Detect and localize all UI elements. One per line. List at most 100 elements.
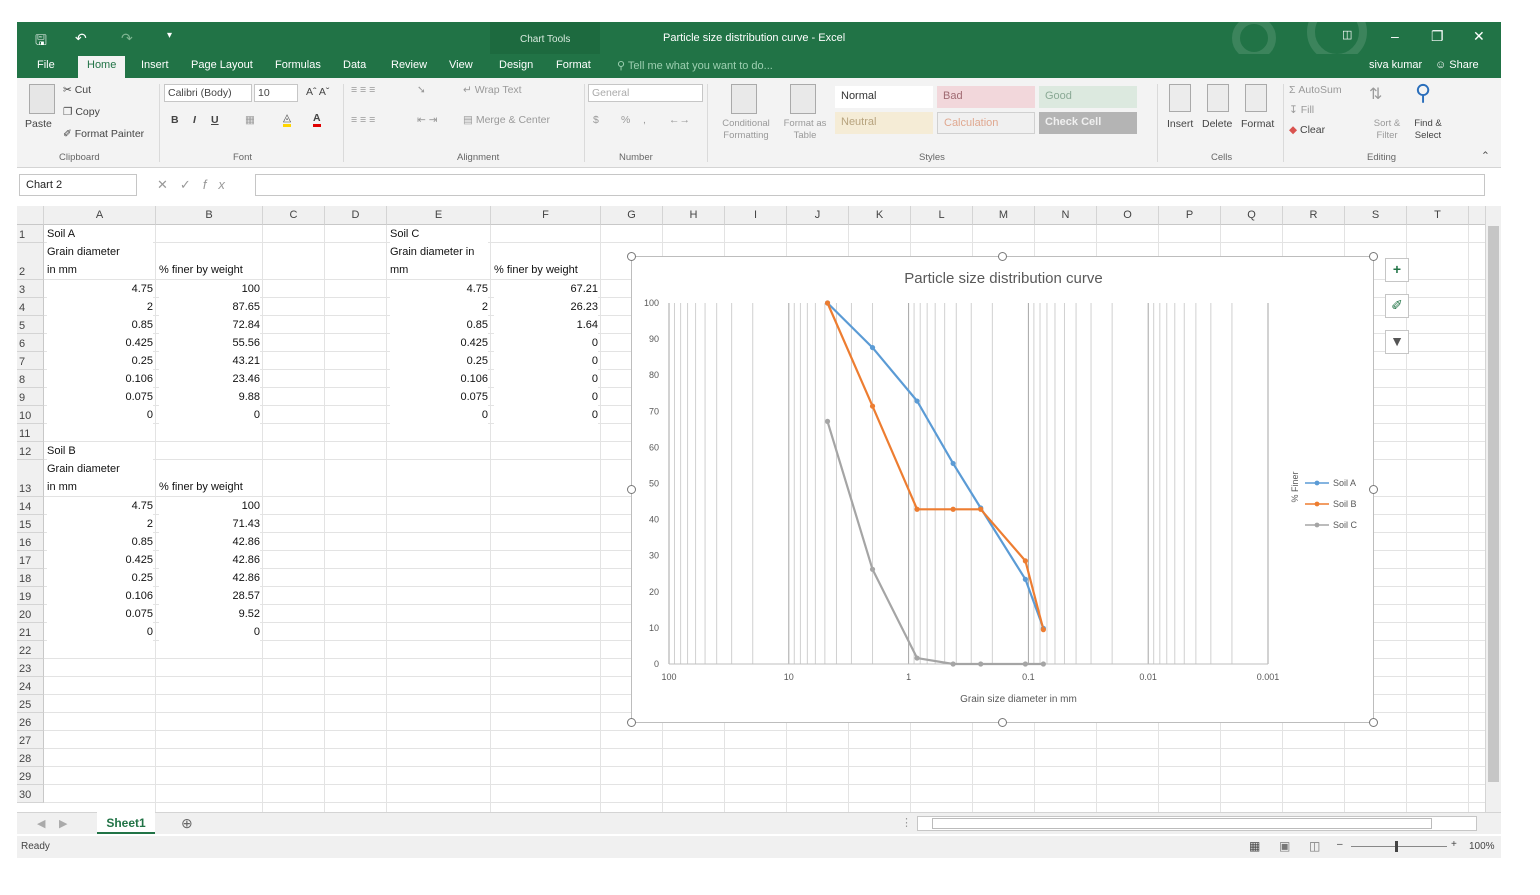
cell-a10[interactable]: 0 bbox=[47, 406, 153, 424]
tab-insert[interactable]: Insert bbox=[141, 59, 169, 71]
chart-styles-brush-icon[interactable]: ✐ bbox=[1385, 294, 1409, 318]
currency-button[interactable]: $ bbox=[593, 114, 599, 126]
italic-button[interactable]: I bbox=[193, 114, 196, 126]
cell-a8[interactable]: 0.106 bbox=[47, 370, 153, 388]
row-header-5[interactable]: 5 bbox=[17, 316, 44, 334]
cell-f2[interactable]: % finer by weight bbox=[494, 261, 598, 279]
delete-icon[interactable] bbox=[1207, 84, 1229, 112]
cell-f7[interactable]: 0 bbox=[494, 352, 598, 370]
cell-e7[interactable]: 0.25 bbox=[390, 352, 488, 370]
cell-e4[interactable]: 2 bbox=[390, 298, 488, 316]
row-header-12[interactable]: 12 bbox=[17, 442, 44, 460]
row-header-30[interactable]: 30 bbox=[17, 785, 44, 803]
minimize-icon[interactable]: – bbox=[1391, 28, 1399, 44]
cell-b2[interactable]: % finer by weight bbox=[159, 261, 260, 279]
cell-a13-line2[interactable]: in mm bbox=[47, 478, 153, 496]
chart-elements-button[interactable]: + bbox=[1385, 258, 1409, 282]
column-header-g[interactable]: G bbox=[601, 206, 663, 225]
cell-a7[interactable]: 0.25 bbox=[47, 352, 153, 370]
conditional-formatting-icon[interactable] bbox=[731, 84, 757, 114]
row-header-8[interactable]: 8 bbox=[17, 370, 44, 388]
insert-icon[interactable] bbox=[1169, 84, 1191, 112]
chart-filters-icon[interactable]: ▼ bbox=[1385, 330, 1409, 354]
column-header-k[interactable]: K bbox=[849, 206, 911, 225]
indent-icon[interactable]: ⇤ ⇥ bbox=[417, 114, 438, 126]
cell-b14[interactable]: 100 bbox=[159, 497, 260, 515]
tab-home[interactable]: Home bbox=[78, 56, 126, 78]
cell-e2-line2[interactable]: mm bbox=[390, 261, 488, 279]
row-header-16[interactable]: 16 bbox=[17, 533, 44, 551]
font-name-dropdown[interactable]: Calibri (Body) bbox=[164, 84, 252, 102]
cell-b5[interactable]: 72.84 bbox=[159, 316, 260, 334]
number-format-dropdown[interactable]: General bbox=[588, 84, 703, 102]
cell-b18[interactable]: 42.86 bbox=[159, 569, 260, 587]
row-header-20[interactable]: 20 bbox=[17, 605, 44, 623]
cell-e5[interactable]: 0.85 bbox=[390, 316, 488, 334]
merge-center-button[interactable]: ▤ Merge & Center bbox=[463, 114, 550, 126]
row-header-4[interactable]: 4 bbox=[17, 298, 44, 316]
comma-button[interactable]: , bbox=[643, 114, 646, 126]
cut-button[interactable]: ✂ Cut bbox=[63, 84, 91, 96]
row-header-15[interactable]: 15 bbox=[17, 515, 44, 533]
column-header-p[interactable]: P bbox=[1159, 206, 1221, 225]
row-header-14[interactable]: 14 bbox=[17, 497, 44, 515]
horizontal-scrollbar[interactable] bbox=[917, 816, 1477, 831]
zoom-slider-thumb[interactable] bbox=[1395, 841, 1398, 852]
formula-input[interactable] bbox=[255, 174, 1485, 196]
column-header-a[interactable]: A bbox=[44, 206, 156, 225]
row-header-1[interactable]: 1 bbox=[17, 225, 44, 243]
page-layout-view-icon[interactable]: ▣ bbox=[1279, 839, 1290, 853]
cell-f3[interactable]: 67.21 bbox=[494, 280, 598, 298]
cell-a2-line2[interactable]: in mm bbox=[47, 261, 153, 279]
decimal-icon[interactable]: ←→ bbox=[669, 114, 690, 126]
row-header-24[interactable]: 24 bbox=[17, 677, 44, 695]
cell-e3[interactable]: 4.75 bbox=[390, 280, 488, 298]
cell-a19[interactable]: 0.106 bbox=[47, 587, 153, 605]
ribbon-display-icon[interactable]: ◫ bbox=[1342, 28, 1352, 41]
column-header-f[interactable]: F bbox=[491, 206, 601, 225]
format-painter-button[interactable]: ✐ Format Painter bbox=[63, 128, 144, 140]
percent-button[interactable]: % bbox=[621, 114, 630, 126]
column-header-e[interactable]: E bbox=[387, 206, 491, 225]
format-as-table-icon[interactable] bbox=[790, 84, 816, 114]
vertical-scrollbar[interactable] bbox=[1485, 206, 1501, 812]
cell-b8[interactable]: 23.46 bbox=[159, 370, 260, 388]
resize-handle[interactable] bbox=[627, 485, 636, 494]
normal-view-icon[interactable]: ▦ bbox=[1249, 839, 1260, 853]
font-size-dropdown[interactable]: 10 bbox=[254, 84, 298, 102]
row-header-22[interactable]: 22 bbox=[17, 641, 44, 659]
conditional-formatting-button[interactable]: Conditional Formatting bbox=[714, 118, 778, 142]
cell-a13-line1[interactable]: Grain diameter bbox=[47, 460, 153, 478]
row-header-2[interactable]: 2 bbox=[17, 243, 44, 280]
close-icon[interactable]: ✕ bbox=[1473, 28, 1485, 45]
select-all-corner[interactable] bbox=[17, 206, 44, 225]
row-header-17[interactable]: 17 bbox=[17, 551, 44, 569]
zoom-in-icon[interactable]: + bbox=[1451, 839, 1457, 850]
cell-f4[interactable]: 26.23 bbox=[494, 298, 598, 316]
resize-handle[interactable] bbox=[627, 718, 636, 727]
cell-b16[interactable]: 42.86 bbox=[159, 533, 260, 551]
cell-b20[interactable]: 9.52 bbox=[159, 605, 260, 623]
copy-button[interactable]: ❐ Copy bbox=[63, 106, 100, 118]
cell-e2-line1[interactable]: Grain diameter in bbox=[390, 243, 488, 261]
row-header-21[interactable]: 21 bbox=[17, 623, 44, 641]
row-header-23[interactable]: 23 bbox=[17, 659, 44, 677]
cell-b13[interactable]: % finer by weight bbox=[159, 478, 260, 496]
cell-f10[interactable]: 0 bbox=[494, 406, 598, 424]
format-as-table-button[interactable]: Format as Table bbox=[778, 118, 832, 142]
insert-button[interactable]: Insert bbox=[1167, 118, 1193, 130]
column-header-n[interactable]: N bbox=[1035, 206, 1097, 225]
column-header-u[interactable]: U bbox=[1469, 206, 1485, 225]
zoom-out-icon[interactable]: – bbox=[1337, 839, 1343, 850]
find-select-button[interactable]: Find & Select bbox=[1409, 118, 1447, 142]
align-top-icon[interactable]: ≡ ≡ ≡ bbox=[351, 84, 375, 96]
cell-e8[interactable]: 0.106 bbox=[390, 370, 488, 388]
cell-f9[interactable]: 0 bbox=[494, 388, 598, 406]
style-calculation[interactable]: Calculation bbox=[937, 112, 1035, 134]
cell-f5[interactable]: 1.64 bbox=[494, 316, 598, 334]
zoom-slider[interactable] bbox=[1351, 846, 1447, 847]
chart-area[interactable]: Particle size distribution curve 0 10 20 30 4… bbox=[631, 256, 1374, 723]
column-header-c[interactable]: C bbox=[263, 206, 325, 225]
resize-handle[interactable] bbox=[1369, 718, 1378, 727]
cell-a17[interactable]: 0.425 bbox=[47, 551, 153, 569]
